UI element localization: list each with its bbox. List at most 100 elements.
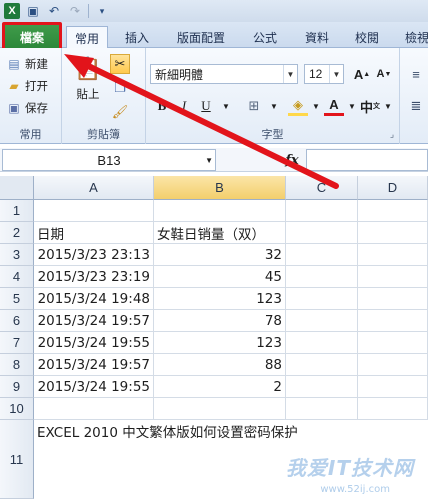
chevron-down-icon[interactable]: ▼: [329, 65, 343, 83]
cell-d[interactable]: [358, 354, 428, 376]
redo-icon[interactable]: ↷: [67, 3, 83, 19]
row-header[interactable]: 8: [0, 354, 34, 376]
row-header[interactable]: 7: [0, 332, 34, 354]
cell-a[interactable]: 日期: [34, 222, 154, 244]
row-header[interactable]: 10: [0, 398, 34, 420]
formula-input[interactable]: [306, 149, 428, 171]
save-icon[interactable]: ▣: [25, 3, 41, 19]
cell-a[interactable]: [34, 398, 154, 420]
row-header[interactable]: 9: [0, 376, 34, 398]
underline-button[interactable]: U: [196, 96, 216, 116]
tab-review[interactable]: 校閱: [346, 26, 388, 48]
fill-color-icon[interactable]: ◈: [288, 96, 308, 116]
phonetic-guide-button[interactable]: 中文: [360, 96, 380, 116]
cell-d[interactable]: [358, 288, 428, 310]
cell-d[interactable]: [358, 266, 428, 288]
cell-d[interactable]: [358, 222, 428, 244]
cell-c[interactable]: [286, 332, 358, 354]
column-header-b[interactable]: B: [154, 176, 286, 200]
cell-b[interactable]: 2: [154, 376, 286, 398]
name-box[interactable]: B13 ▼: [2, 149, 216, 171]
cell-b[interactable]: 32: [154, 244, 286, 266]
row-header[interactable]: 5: [0, 288, 34, 310]
save-button[interactable]: ▣ 保存: [6, 100, 48, 116]
chevron-down-icon[interactable]: ▼: [378, 96, 398, 116]
paste-button[interactable]: 📋 貼上: [74, 54, 102, 102]
cell-b[interactable]: 女鞋日销量（双）: [154, 222, 286, 244]
chevron-down-icon[interactable]: ▼: [306, 96, 326, 116]
cell-a[interactable]: 2015/3/23 23:13: [34, 244, 154, 266]
cell-a[interactable]: 2015/3/24 19:57: [34, 310, 154, 332]
format-painter-icon[interactable]: 🖌: [110, 102, 130, 122]
cell-a[interactable]: 2015/3/24 19:55: [34, 332, 154, 354]
border-icon[interactable]: ⊞: [244, 96, 264, 116]
cell-d[interactable]: [358, 376, 428, 398]
column-header-d[interactable]: D: [358, 176, 428, 200]
shrink-font-button[interactable]: A ▼: [374, 64, 394, 84]
cell-a[interactable]: 2015/3/24 19:48: [34, 288, 154, 310]
cell-b[interactable]: 88: [154, 354, 286, 376]
align-left-icon[interactable]: ≣: [406, 96, 426, 116]
cell-c[interactable]: [286, 288, 358, 310]
tab-data[interactable]: 資料: [296, 26, 338, 48]
tab-insert[interactable]: 插入: [116, 26, 158, 48]
cell-b[interactable]: 123: [154, 332, 286, 354]
row-header[interactable]: 4: [0, 266, 34, 288]
row-header[interactable]: 6: [0, 310, 34, 332]
open-button[interactable]: ▰ 打开: [6, 78, 48, 94]
cell-a[interactable]: [34, 200, 154, 222]
undo-icon[interactable]: ↶: [46, 3, 62, 19]
font-size-combo[interactable]: 12 ▼: [304, 64, 344, 84]
cell-a[interactable]: 2015/3/24 19:57: [34, 354, 154, 376]
note-text[interactable]: EXCEL 2010 中文繁体版如何设置密码保护: [34, 420, 428, 442]
cell-c[interactable]: [286, 222, 358, 244]
italic-button[interactable]: I: [174, 96, 194, 116]
row-header[interactable]: 2: [0, 222, 34, 244]
cell-c[interactable]: [286, 398, 358, 420]
excel-logo-icon[interactable]: X: [4, 3, 20, 19]
new-button[interactable]: ▤ 新建: [6, 56, 48, 72]
font-name-combo[interactable]: 新細明體 ▼: [150, 64, 298, 84]
row-header[interactable]: 11: [0, 420, 34, 499]
cell-c[interactable]: [286, 266, 358, 288]
copy-icon[interactable]: ❐: [110, 78, 130, 98]
cell-b[interactable]: [154, 200, 286, 222]
tab-formulas[interactable]: 公式: [244, 26, 286, 48]
chevron-down-icon[interactable]: ▼: [283, 65, 297, 83]
chevron-down-icon[interactable]: ▼: [205, 156, 213, 165]
cell-d[interactable]: [358, 332, 428, 354]
cell-b[interactable]: 78: [154, 310, 286, 332]
chevron-down-icon[interactable]: ▼: [342, 96, 362, 116]
cut-icon[interactable]: ✂: [110, 54, 130, 74]
align-top-icon[interactable]: ≡: [406, 64, 426, 84]
dialog-launcher-icon[interactable]: ⌟: [382, 124, 402, 144]
tab-page-layout[interactable]: 版面配置: [168, 26, 234, 48]
column-header-a[interactable]: A: [34, 176, 154, 200]
cell-c[interactable]: [286, 376, 358, 398]
column-header-c[interactable]: C: [286, 176, 358, 200]
row-header[interactable]: 1: [0, 200, 34, 222]
cell-a[interactable]: 2015/3/23 23:19: [34, 266, 154, 288]
bold-button[interactable]: B: [152, 96, 172, 116]
tab-view[interactable]: 檢視: [396, 26, 428, 48]
cell-d[interactable]: [358, 398, 428, 420]
cell-c[interactable]: [286, 244, 358, 266]
tab-home[interactable]: 常用: [66, 26, 108, 49]
cell-a[interactable]: 2015/3/24 19:55: [34, 376, 154, 398]
cell-c[interactable]: [286, 354, 358, 376]
cell-c[interactable]: [286, 200, 358, 222]
chevron-down-icon[interactable]: ▼: [264, 96, 284, 116]
cell-b[interactable]: 45: [154, 266, 286, 288]
cell-c[interactable]: [286, 310, 358, 332]
chevron-down-icon[interactable]: ▼: [216, 96, 236, 116]
select-all-corner[interactable]: [0, 176, 34, 200]
cell-d[interactable]: [358, 310, 428, 332]
insert-function-button[interactable]: fx: [282, 150, 302, 170]
cell-d[interactable]: [358, 200, 428, 222]
font-color-icon[interactable]: A: [324, 96, 344, 116]
cell-b[interactable]: 123: [154, 288, 286, 310]
row-header[interactable]: 3: [0, 244, 34, 266]
grow-font-button[interactable]: A ▲: [352, 64, 372, 84]
cell-b[interactable]: [154, 398, 286, 420]
cell-d[interactable]: [358, 244, 428, 266]
